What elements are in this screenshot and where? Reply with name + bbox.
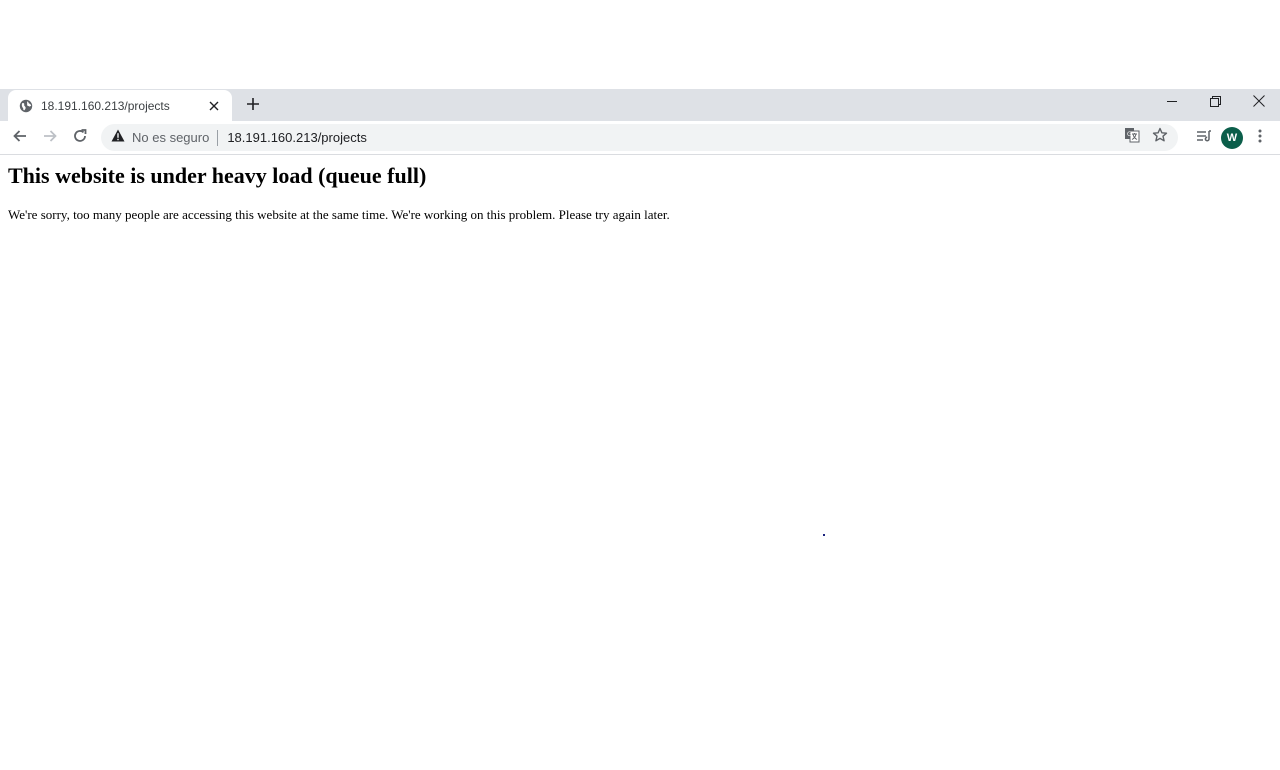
- tab-close-icon[interactable]: [206, 98, 222, 114]
- arrow-left-icon: [12, 128, 28, 149]
- arrow-right-icon: [42, 128, 58, 149]
- kebab-menu-icon: [1258, 128, 1262, 149]
- menu-button[interactable]: [1246, 124, 1274, 152]
- window-close-button[interactable]: [1237, 89, 1280, 117]
- restore-icon: [1210, 94, 1221, 112]
- tab-strip: 18.191.160.213/projects: [0, 89, 1280, 121]
- address-bar[interactable]: No es seguro 18.191.160.213/projects G: [101, 124, 1178, 151]
- avatar: W: [1221, 127, 1243, 149]
- security-label: No es seguro: [132, 130, 210, 145]
- tab-title: 18.191.160.213/projects: [41, 98, 170, 113]
- globe-icon: [19, 99, 33, 113]
- page-message: We're sorry, too many people are accessi…: [8, 207, 670, 222]
- toolbar-right: W: [1190, 124, 1274, 152]
- reload-icon: [72, 128, 88, 149]
- bookmark-button[interactable]: [1146, 124, 1174, 151]
- translate-icon: G: [1124, 127, 1140, 148]
- profile-button[interactable]: W: [1218, 124, 1246, 152]
- warning-icon: [111, 129, 125, 147]
- minimize-button[interactable]: [1151, 89, 1194, 117]
- reading-list-button[interactable]: [1190, 124, 1218, 152]
- new-tab-button[interactable]: [242, 95, 264, 117]
- star-icon: [1152, 127, 1168, 148]
- url-text[interactable]: 18.191.160.213/projects: [227, 130, 367, 145]
- reading-list-icon: [1196, 128, 1212, 149]
- forward-button[interactable]: [36, 124, 64, 152]
- tab-active[interactable]: 18.191.160.213/projects: [8, 90, 232, 121]
- svg-text:G: G: [1127, 131, 1132, 138]
- minimize-icon: [1167, 94, 1178, 112]
- omnibox-actions: G: [1118, 124, 1174, 151]
- reload-button[interactable]: [66, 124, 94, 152]
- restore-button[interactable]: [1194, 89, 1237, 117]
- plus-icon: [246, 97, 260, 116]
- security-chip[interactable]: No es seguro: [111, 129, 209, 147]
- translate-button[interactable]: G: [1118, 124, 1146, 151]
- window-controls: [1151, 89, 1280, 117]
- back-button[interactable]: [6, 124, 34, 152]
- browser-toolbar: No es seguro 18.191.160.213/projects G W: [0, 121, 1280, 155]
- close-icon: [1252, 94, 1265, 112]
- top-blank-area: [0, 0, 1280, 89]
- browser-window: 18.191.160.213/projects No es seguro 18.…: [0, 89, 1280, 155]
- page-heading: This website is under heavy load (queue …: [8, 163, 427, 188]
- omnibox-divider: [217, 129, 219, 146]
- stray-pixel: [823, 534, 825, 536]
